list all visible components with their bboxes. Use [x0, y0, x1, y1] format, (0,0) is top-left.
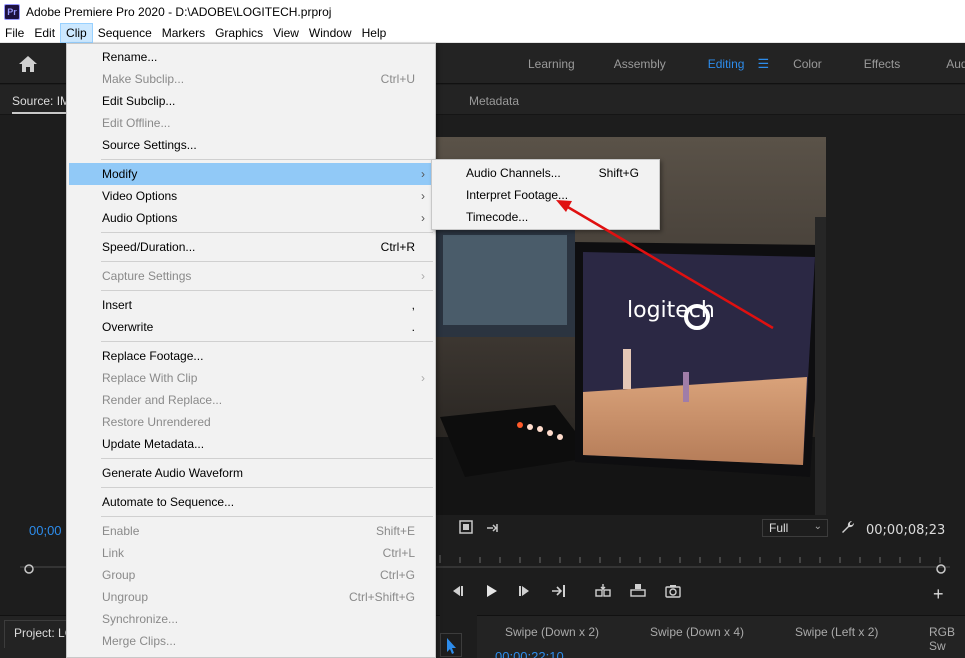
drag-video-icon[interactable] — [485, 522, 501, 534]
workspace-tab-assembly[interactable]: Assembly — [614, 57, 666, 71]
submenu-item-audio-channels[interactable]: Audio Channels... Shift+G — [434, 162, 659, 184]
menu-bar: File Edit Clip Sequence Markers Graphics… — [0, 22, 965, 43]
safe-margins-icon[interactable] — [459, 520, 473, 534]
menu-item-ungroup[interactable]: Ungroup Ctrl+Shift+G — [69, 586, 435, 608]
step-forward-icon[interactable] — [516, 582, 534, 600]
effects-panel: Swipe (Down x 2) Swipe (Down x 4) Swipe … — [477, 615, 965, 658]
menu-item-edit-offline[interactable]: Edit Offline... — [69, 112, 435, 134]
selection-tool[interactable] — [440, 633, 462, 657]
menu-item-automate-to-sequence[interactable]: Automate to Sequence... — [69, 491, 435, 513]
submenu-item-interpret-footage[interactable]: Interpret Footage... — [434, 184, 659, 206]
effect-item[interactable]: Swipe (Down x 2) — [505, 625, 599, 639]
menu-separator — [101, 290, 433, 291]
menu-item-generate-audio-waveform[interactable]: Generate Audio Waveform — [69, 462, 435, 484]
chevron-right-icon: › — [421, 211, 425, 225]
menu-separator — [101, 232, 433, 233]
chevron-right-icon: › — [421, 189, 425, 203]
zoom-level-value: Full — [769, 521, 789, 535]
menu-item-make-subclip[interactable]: Make Subclip... Ctrl+U — [69, 68, 435, 90]
menu-item-modify[interactable]: Modify › — [69, 163, 435, 185]
menu-view[interactable]: View — [268, 23, 304, 43]
menu-separator — [101, 261, 433, 262]
overwrite-icon[interactable] — [629, 582, 647, 600]
menu-item-restore-unrendered[interactable]: Restore Unrendered — [69, 411, 435, 433]
menu-separator — [101, 516, 433, 517]
transport-controls — [440, 582, 965, 606]
submenu-item-timecode[interactable]: Timecode... — [434, 206, 659, 228]
chevron-right-icon: › — [421, 371, 425, 385]
menu-item-source-settings[interactable]: Source Settings... — [69, 134, 435, 156]
menu-sequence[interactable]: Sequence — [93, 23, 157, 43]
logitech-brand-text: logitech — [627, 298, 715, 323]
tab-metadata[interactable]: Metadata — [469, 94, 519, 108]
menu-edit[interactable]: Edit — [29, 23, 60, 43]
menu-help[interactable]: Help — [357, 23, 392, 43]
hamburger-icon[interactable]: ☰ — [757, 56, 769, 72]
menu-item-replace-with-clip[interactable]: Replace With Clip › — [69, 367, 435, 389]
workspace-tab-color[interactable]: Color — [793, 57, 822, 71]
modify-submenu: Audio Channels... Shift+G Interpret Foota… — [431, 159, 660, 230]
menu-item-group[interactable]: Group Ctrl+G — [69, 564, 435, 586]
window-title: Adobe Premiere Pro 2020 - D:\ADOBE\LOGIT… — [26, 4, 332, 19]
menu-graphics[interactable]: Graphics — [210, 23, 268, 43]
selection-arrow-icon — [447, 638, 456, 654]
menu-item-merge-clips[interactable]: Merge Clips... — [69, 630, 435, 652]
premiere-app-icon: Pr — [4, 3, 20, 20]
menu-markers[interactable]: Markers — [157, 23, 210, 43]
workspace-tab-editing[interactable]: Editing — [708, 57, 745, 71]
menu-item-rename[interactable]: Rename... — [69, 46, 435, 68]
menu-item-update-metadata[interactable]: Update Metadata... — [69, 433, 435, 455]
chevron-down-icon: ⌄ — [813, 521, 822, 532]
menu-item-overwrite[interactable]: Overwrite. — [69, 316, 435, 338]
effect-item[interactable]: Swipe (Left x 2) — [795, 625, 878, 639]
menu-item-synchronize[interactable]: Synchronize... — [69, 608, 435, 630]
insert-icon[interactable] — [594, 582, 612, 600]
menu-window[interactable]: Window — [304, 23, 357, 43]
menu-item-capture-settings[interactable]: Capture Settings › — [69, 265, 435, 287]
menu-item-speed-duration[interactable]: Speed/Duration... Ctrl+R — [69, 236, 435, 258]
chevron-right-icon: › — [421, 167, 425, 181]
add-button-icon[interactable]: + — [933, 585, 944, 603]
menu-item-audio-options[interactable]: Audio Options › — [69, 207, 435, 229]
menu-item-render-and-replace[interactable]: Render and Replace... — [69, 389, 435, 411]
go-to-out-icon[interactable] — [550, 582, 568, 600]
menu-separator — [101, 159, 433, 160]
menu-item-link[interactable]: Link Ctrl+L — [69, 542, 435, 564]
menu-item-video-options[interactable]: Video Options › — [69, 185, 435, 207]
workspace-tab-effects[interactable]: Effects — [864, 57, 900, 71]
source-duration-timecode: 00;00;08;23 — [866, 523, 946, 538]
step-back-icon[interactable] — [448, 582, 466, 600]
camera-icon[interactable] — [664, 582, 682, 600]
menu-file[interactable]: File — [0, 23, 29, 43]
tab-source[interactable]: Source: IM — [12, 94, 71, 114]
menu-item-replace-footage[interactable]: Replace Footage... — [69, 345, 435, 367]
play-icon[interactable] — [482, 582, 500, 600]
menu-item-edit-subclip[interactable]: Edit Subclip... — [69, 90, 435, 112]
effect-item[interactable]: Swipe (Down x 4) — [650, 625, 744, 639]
workspace-tab-learning[interactable]: Learning — [528, 57, 575, 71]
workspace-tabs: Learning Assembly Editing ☰ Color Effect… — [510, 43, 965, 84]
menu-separator — [101, 341, 433, 342]
menu-item-insert[interactable]: Insert, — [69, 294, 435, 316]
menu-separator — [101, 487, 433, 488]
clip-dropdown-menu: Rename... Make Subclip... Ctrl+U Edit Sub… — [66, 43, 436, 658]
menu-clip[interactable]: Clip — [60, 22, 93, 43]
workspace-tab-audio[interactable]: Audi — [946, 57, 965, 71]
effect-item[interactable]: RGB Sw — [929, 625, 965, 653]
chevron-right-icon: › — [421, 269, 425, 283]
wrench-icon[interactable] — [840, 519, 856, 535]
home-icon[interactable] — [18, 55, 38, 73]
title-bar: Pr Adobe Premiere Pro 2020 - D:\ADOBE\LO… — [0, 0, 965, 23]
timeline-timecode[interactable]: 00;00;22;10 — [495, 649, 564, 658]
menu-item-enable[interactable]: Enable Shift+E — [69, 520, 435, 542]
source-playhead-timecode[interactable]: 00;00 — [29, 523, 62, 538]
zoom-level-select[interactable]: Full ⌄ — [762, 519, 828, 537]
menu-separator — [101, 458, 433, 459]
